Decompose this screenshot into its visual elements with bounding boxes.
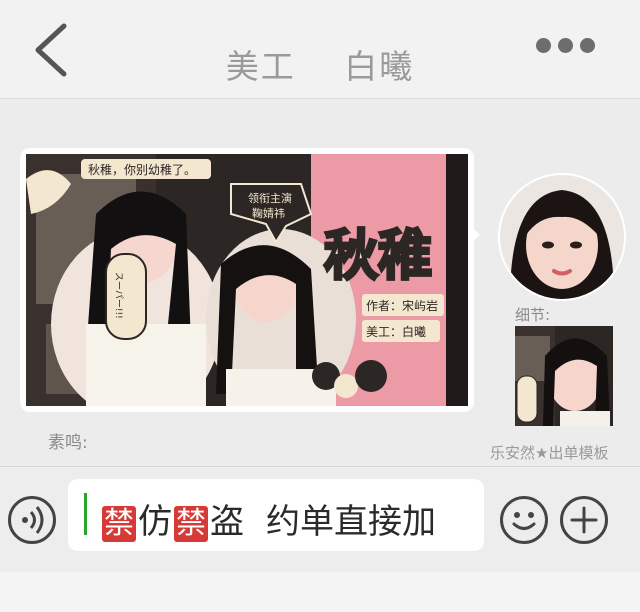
bubble-tail <box>470 226 480 244</box>
voice-icon[interactable] <box>8 496 56 544</box>
plus-icon[interactable] <box>560 496 608 544</box>
message-input[interactable]: 禁仿禁盗约单直接加 <box>68 479 484 551</box>
more-dots-icon[interactable] <box>536 38 608 58</box>
ban-badge-2: 禁 <box>174 506 208 542</box>
emoji-icon[interactable] <box>500 496 548 544</box>
image-message-bubble[interactable]: 秋稚，你别幼稚了。 领衔主演 鞠婧祎 秋稚 作者：宋屿岩 美工：白曦 スーパー!… <box>20 148 474 412</box>
title-left: 美工 <box>225 47 296 86</box>
avatar[interactable] <box>498 173 626 301</box>
ban-badge-1: 禁 <box>102 506 136 542</box>
top-bar: 美工 白曦 <box>0 0 640 99</box>
title-right: 白曦 <box>344 47 415 86</box>
poster-bubble-text-2: 鞠婧祎 <box>252 206 285 220</box>
sumin-label: 素鸣: <box>48 433 88 453</box>
poster-tag: 秋稚，你别幼稚了。 <box>88 163 196 177</box>
poster-side-text: スーパー!!! <box>113 272 124 319</box>
bottom-strip <box>0 572 640 612</box>
poster-author: 作者：宋屿岩 <box>366 298 438 313</box>
poster-image: 秋稚，你别幼稚了。 领衔主演 鞠婧祎 秋稚 作者：宋屿岩 美工：白曦 スーパー!… <box>26 154 468 406</box>
input-text-3: 约单直接加 <box>266 502 436 542</box>
input-text-1: 仿 <box>138 502 172 542</box>
detail-label: 细节: <box>515 306 551 324</box>
template-label: 乐安然★出单模板 <box>490 444 609 462</box>
poster-bubble-text-1: 领衔主演 <box>248 191 292 205</box>
input-text-2: 盗 <box>210 502 244 542</box>
message-input-text: 禁仿禁盗约单直接加 <box>100 494 436 543</box>
detail-thumbnail[interactable] <box>515 326 613 426</box>
poster-artist: 美工：白曦 <box>366 324 426 339</box>
text-cursor <box>84 493 87 535</box>
poster-big-title: 秋稚 <box>324 224 432 287</box>
